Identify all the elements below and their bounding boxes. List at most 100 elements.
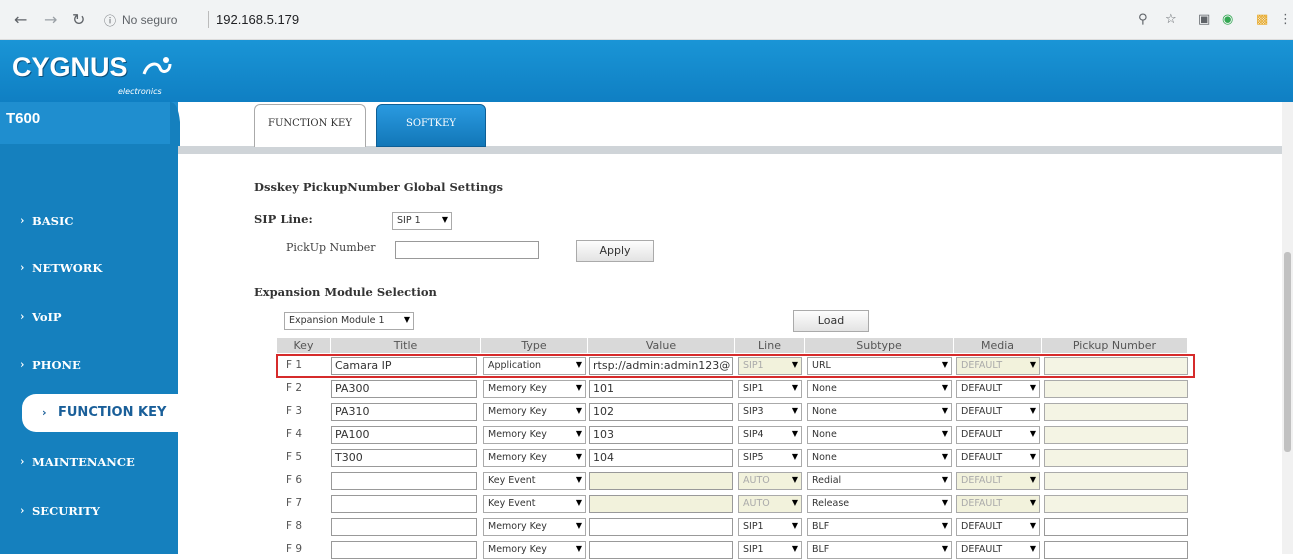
pickup-number-field[interactable] [1044,449,1188,467]
column-header-subtype: Subtype [805,338,954,353]
value-input[interactable] [589,541,733,559]
type-select[interactable]: Memory Key ▼ [483,403,586,421]
dropdown-arrow-icon: ▼ [1029,498,1036,507]
value-input[interactable]: 102 [589,403,733,421]
media-select[interactable]: DEFAULT ▼ [956,495,1040,513]
pickup-number-field[interactable] [1044,541,1188,559]
title-input[interactable]: PA300 [331,380,477,398]
sidebar-item-label: BASIC [32,214,74,228]
media-select[interactable]: DEFAULT ▼ [956,403,1040,421]
title-input[interactable] [331,495,477,513]
media-select[interactable]: DEFAULT ▼ [956,541,1040,559]
load-button[interactable]: Load [793,310,869,332]
title-input[interactable]: PA310 [331,403,477,421]
subtype-select[interactable]: None ▼ [807,380,952,398]
address-bar[interactable]: ⓘ No seguro 192.168.5.179 [100,7,1240,33]
subtype-select[interactable]: BLF ▼ [807,541,952,559]
dropdown-arrow-icon: ▼ [575,383,582,392]
expansion-module-select[interactable]: Expansion Module 1 ▼ [284,312,414,330]
line-select[interactable]: AUTO ▼ [738,472,802,490]
type-select[interactable]: Memory Key ▼ [483,426,586,444]
sidebar-item-basic[interactable]: › BASIC [0,209,178,233]
value-input[interactable] [589,472,733,490]
type-select[interactable]: Key Event ▼ [483,472,586,490]
key-icon[interactable]: ⚲ [1138,12,1148,27]
subtype-select[interactable]: Redial ▼ [807,472,952,490]
subtype-select[interactable]: None ▼ [807,426,952,444]
dropdown-arrow-icon: ▼ [941,521,948,530]
pickup-number-field[interactable] [1044,380,1188,398]
line-select[interactable]: SIP4 ▼ [738,426,802,444]
value-input[interactable]: 103 [589,426,733,444]
line-select[interactable]: SIP1 ▼ [738,541,802,559]
sidebar-item-network[interactable]: › NETWORK [0,256,178,280]
sidebar-item-label: VoIP [32,310,62,324]
sip-line-select[interactable]: SIP 1 ▼ [392,212,452,230]
media-select[interactable]: DEFAULT ▼ [956,380,1040,398]
pickup-number-field[interactable] [1044,403,1188,421]
type-select[interactable]: Memory Key ▼ [483,449,586,467]
info-icon[interactable]: ⓘ [104,12,116,29]
app-icon[interactable]: ▩ [1256,12,1268,27]
tab-function-key[interactable]: FUNCTION KEY [254,104,366,147]
star-icon[interactable]: ☆ [1165,12,1177,27]
pickup-number-input[interactable] [395,241,539,259]
line-select[interactable]: SIP1 ▼ [738,518,802,536]
pickup-number-field[interactable] [1044,426,1188,444]
sip-line-value: SIP 1 [397,215,421,226]
browser-toolbar: ← → ↻ ⓘ No seguro 192.168.5.179 ⚲ ☆ ▣ ◉ … [0,0,1293,40]
subtype-select[interactable]: None ▼ [807,403,952,421]
title-input[interactable] [331,518,477,536]
media-select[interactable]: DEFAULT ▼ [956,449,1040,467]
sidebar-item-voip[interactable]: › VoIP [0,305,178,329]
subtype-select[interactable]: Release ▼ [807,495,952,513]
title-input[interactable] [331,472,477,490]
type-select[interactable]: Key Event ▼ [483,495,586,513]
key-cell: F 6 [286,474,303,486]
pickup-number-field[interactable] [1044,495,1188,513]
dropdown-arrow-icon: ▼ [791,452,798,461]
type-value: Memory Key [488,544,547,555]
security-label: No seguro [122,13,178,27]
key-cell: F 7 [286,497,303,509]
line-select[interactable]: SIP3 ▼ [738,403,802,421]
line-select[interactable]: AUTO ▼ [738,495,802,513]
url-text[interactable]: 192.168.5.179 [216,12,299,27]
column-header-title: Title [331,338,481,353]
media-value: DEFAULT [961,544,1003,555]
scrollbar-thumb[interactable] [1284,252,1291,452]
camera-icon[interactable]: ▣ [1198,12,1210,27]
media-select[interactable]: DEFAULT ▼ [956,518,1040,536]
title-input[interactable]: PA100 [331,426,477,444]
subtype-select[interactable]: None ▼ [807,449,952,467]
dropdown-arrow-icon: ▼ [941,429,948,438]
value-input[interactable]: 104 [589,449,733,467]
title-input[interactable] [331,541,477,559]
back-arrow-icon[interactable]: ← [14,10,27,29]
extension-icon[interactable]: ◉ [1222,12,1233,27]
type-select[interactable]: Memory Key ▼ [483,541,586,559]
forward-arrow-icon[interactable]: → [44,10,57,29]
value-input[interactable] [589,518,733,536]
apply-button[interactable]: Apply [576,240,654,262]
type-select[interactable]: Memory Key ▼ [483,518,586,536]
line-select[interactable]: SIP1 ▼ [738,380,802,398]
model-name: T600 [6,110,41,127]
type-value: Memory Key [488,452,547,463]
media-select[interactable]: DEFAULT ▼ [956,472,1040,490]
value-input[interactable]: 101 [589,380,733,398]
line-value: AUTO [743,475,770,486]
value-input[interactable] [589,495,733,513]
title-input[interactable]: T300 [331,449,477,467]
menu-icon[interactable]: ⋮ [1279,12,1292,27]
reload-icon[interactable]: ↻ [72,10,85,29]
tab-softkey[interactable]: SOFTKEY [376,104,486,147]
subtype-select[interactable]: BLF ▼ [807,518,952,536]
highlight-box [276,354,1195,378]
type-select[interactable]: Memory Key ▼ [483,380,586,398]
dropdown-arrow-icon: ▼ [1029,406,1036,415]
pickup-number-field[interactable] [1044,472,1188,490]
media-select[interactable]: DEFAULT ▼ [956,426,1040,444]
pickup-number-field[interactable] [1044,518,1188,536]
line-select[interactable]: SIP5 ▼ [738,449,802,467]
